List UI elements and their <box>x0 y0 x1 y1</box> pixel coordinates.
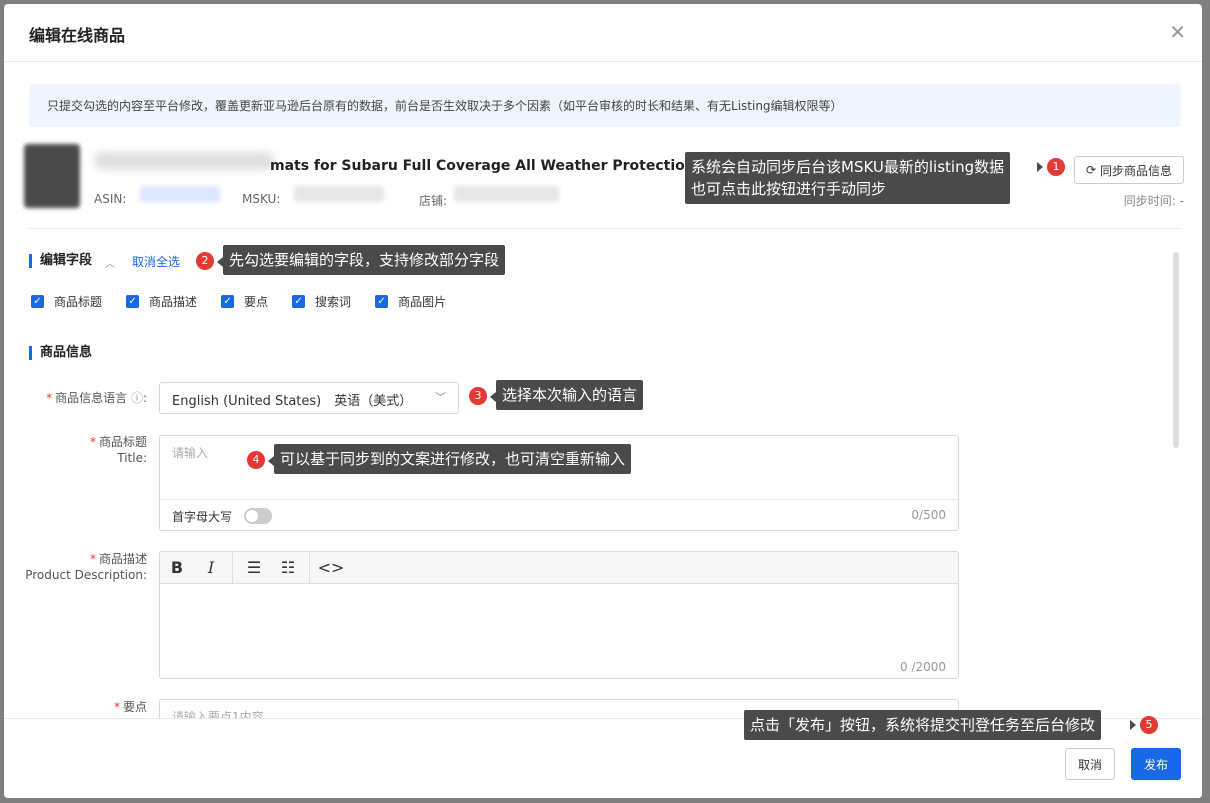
toolbar-separator <box>232 551 233 584</box>
field-checkboxes: ✓ 商品标题 ✓ 商品描述 ✓ 要点 ✓ 搜索词 ✓ 商品图片 <box>31 293 470 310</box>
step-badge-3: 3 <box>469 387 487 405</box>
product-thumbnail <box>24 144 80 208</box>
description-editor[interactable]: B I ☰ ☷ <> 0 /2000 <box>159 551 959 679</box>
title-counter: 0/500 <box>911 508 946 522</box>
checkbox-checked-icon: ✓ <box>126 295 140 308</box>
refresh-icon: ⟳ <box>1085 163 1097 177</box>
shop-label: 店铺: <box>419 194 448 208</box>
msku-label: MSKU: <box>242 192 281 206</box>
divider <box>29 228 1181 229</box>
checkbox-images[interactable]: ✓ 商品图片 <box>375 293 446 310</box>
close-icon[interactable]: ✕ <box>1169 22 1186 42</box>
collapse-chevron-icon[interactable]: ︿ <box>105 255 115 270</box>
chevron-down-icon: ﹀ <box>435 391 446 404</box>
language-select[interactable]: English (United States) 英语（美式） ﹀ <box>159 382 459 414</box>
bullet-label: * 要点 <box>113 700 147 714</box>
checkbox-checked-icon: ✓ <box>292 295 306 308</box>
step-badge-2: 2 <box>196 252 214 270</box>
step-badge-1: 1 <box>1047 158 1065 176</box>
publish-button[interactable]: 发布 <box>1131 748 1181 780</box>
modal-header: 编辑在线商品 ✕ <box>4 4 1202 62</box>
checkbox-checked-icon: ✓ <box>221 295 235 308</box>
tip-sync: 系统会自动同步后台该MSKU最新的listing数据 也可点击此按钮进行手动同步 <box>685 152 1011 204</box>
unordered-list-icon[interactable]: ☷ <box>271 558 305 577</box>
description-label: * 商品描述 Product Description: <box>25 552 147 582</box>
capitalize-label: 首字母大写 <box>172 510 233 524</box>
checkbox-checked-icon: ✓ <box>375 295 389 308</box>
step-badge-4: 4 <box>247 451 265 469</box>
tip-caret <box>1037 162 1043 172</box>
tip-title: 可以基于同步到的文案进行修改，也可清空重新输入 <box>274 444 632 474</box>
asin-label: ASIN: <box>94 192 127 206</box>
toolbar-separator <box>309 551 310 584</box>
tip-language: 选择本次输入的语言 <box>496 380 644 410</box>
title-input-footer: 首字母大写 0/500 <box>160 499 958 531</box>
sync-product-button[interactable]: ⟳ 同步商品信息 <box>1074 156 1184 184</box>
deselect-all-link[interactable]: 取消全选 <box>132 253 180 270</box>
product-info-label: 商品信息 <box>29 346 92 360</box>
step-badge-5: 5 <box>1140 716 1158 734</box>
ordered-list-icon[interactable]: ☰ <box>237 558 271 577</box>
notice-banner: 只提交勾选的内容至平台修改，覆盖更新亚马逊后台原有的数据，前台是否生效取决于多个… <box>29 84 1181 127</box>
edit-product-modal: 编辑在线商品 ✕ 只提交勾选的内容至平台修改，覆盖更新亚马逊后台原有的数据，前台… <box>4 4 1202 798</box>
editor-toolbar: B I ☰ ☷ <> <box>160 551 958 584</box>
redacted-shop <box>454 186 559 202</box>
tip-edit-fields: 先勾选要编辑的字段，支持修改部分字段 <box>223 245 506 275</box>
cancel-button[interactable]: 取消 <box>1065 748 1115 780</box>
scrollbar[interactable] <box>1173 252 1179 448</box>
tip-caret <box>1130 720 1136 730</box>
info-icon: ⓘ <box>130 391 143 405</box>
modal-title: 编辑在线商品 <box>29 26 126 45</box>
code-icon[interactable]: <> <box>314 558 348 577</box>
redacted-title-prefix <box>94 152 274 170</box>
sync-time: 同步时间: - <box>1123 194 1184 208</box>
language-label: * 商品信息语言 ⓘ: <box>46 391 147 405</box>
checkbox-bullets[interactable]: ✓ 要点 <box>221 293 268 310</box>
italic-icon[interactable]: I <box>194 558 228 577</box>
checkbox-keywords[interactable]: ✓ 搜索词 <box>292 293 351 310</box>
checkbox-checked-icon: ✓ <box>31 295 44 308</box>
product-title: mats for Subaru Full Coverage All Weathe… <box>270 158 695 174</box>
redacted-msku <box>294 186 384 202</box>
edit-fields-label: 编辑字段 <box>29 254 92 268</box>
checkbox-description[interactable]: ✓ 商品描述 <box>126 293 197 310</box>
checkbox-title[interactable]: ✓ 商品标题 <box>31 293 102 310</box>
title-label: * 商品标题 Title: <box>89 435 147 465</box>
description-counter: 0 /2000 <box>899 660 946 674</box>
redacted-asin <box>140 186 220 202</box>
tip-publish: 点击「发布」按钮，系统将提交刊登任务至后台修改 <box>744 710 1102 740</box>
capitalize-toggle[interactable] <box>244 508 272 524</box>
bold-icon[interactable]: B <box>160 558 194 577</box>
